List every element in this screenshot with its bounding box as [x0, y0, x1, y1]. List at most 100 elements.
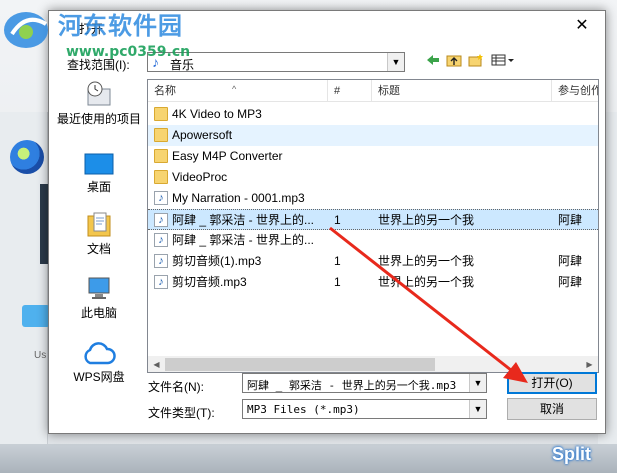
file-title-cell [378, 104, 548, 125]
place-wps-cloud[interactable]: WPS网盘 [57, 341, 141, 384]
file-row[interactable]: ♪ My Narration - 0001.mp3 [148, 188, 598, 209]
horizontal-scrollbar[interactable]: ◀ ▶ [148, 356, 598, 372]
filetype-label: 文件类型(T): [148, 406, 215, 420]
file-number-cell [334, 146, 370, 167]
file-row[interactable]: ♪ 剪切音频.mp3 1 世界上的另一个我 阿肆 [148, 272, 598, 293]
background-user-label: Us [34, 350, 47, 361]
audio-file-icon: ♪ [154, 254, 168, 268]
sort-ascending-icon: ^ [232, 84, 237, 94]
watermark-logo-icon [4, 12, 48, 48]
place-this-pc[interactable]: 此电脑 [57, 275, 141, 320]
open-file-dialog: 打开 ✕ 查找范围(I): ♪ 音乐 ▼ 最近使用的项目 桌面 文档 此电脑 W… [48, 10, 606, 434]
file-artist-cell [558, 125, 598, 146]
column-header-artist[interactable]: 参与创作 [552, 80, 598, 102]
file-row[interactable]: ♪ 阿肆 _ 郭采洁 - 世界上的... [148, 230, 598, 251]
file-title-cell: 世界上的另一个我 [378, 275, 475, 289]
file-title-cell: 世界上的另一个我 [378, 213, 475, 227]
desktop-icon [84, 153, 114, 175]
this-pc-icon [88, 277, 110, 299]
place-wps-cloud-label: WPS网盘 [73, 370, 125, 384]
filename-label: 文件名(N): [148, 380, 204, 394]
file-name-cell: 剪切音频.mp3 [172, 275, 247, 289]
scroll-left-icon[interactable]: ◀ [148, 356, 165, 372]
audio-file-icon: ♪ [154, 275, 168, 289]
file-title-cell [378, 167, 548, 188]
file-artist-cell: 阿肆 [558, 213, 583, 227]
cancel-button[interactable]: 取消 [507, 398, 597, 420]
file-row[interactable]: ♪ 阿肆 _ 郭采洁 - 世界上的... 1 世界上的另一个我 阿肆 [148, 209, 598, 230]
place-desktop[interactable]: 桌面 [57, 153, 141, 194]
file-artist-cell: 阿肆 [558, 275, 583, 289]
place-recent[interactable]: 最近使用的项目 [57, 79, 141, 126]
file-artist-cell [558, 146, 598, 167]
column-header-title[interactable]: 标题 [372, 80, 552, 102]
file-row[interactable]: VideoProc [148, 167, 598, 188]
file-title-cell: 世界上的另一个我 [378, 254, 475, 268]
recent-places-icon [87, 81, 111, 106]
background-blue-button[interactable] [22, 305, 50, 327]
chevron-down-icon[interactable]: ▼ [469, 400, 486, 418]
column-header-number[interactable]: # [328, 80, 372, 102]
split-button[interactable]: Split [552, 444, 612, 470]
file-name-cell: 阿肆 _ 郭采洁 - 世界上的... [172, 233, 315, 247]
filename-value: 阿肆 _ 郭采洁 - 世界上的另一个我.mp3 [247, 379, 457, 392]
file-row[interactable]: Easy M4P Converter [148, 146, 598, 167]
file-row[interactable]: Apowersoft [148, 125, 598, 146]
open-button[interactable]: 打开(O) [507, 372, 597, 394]
folder-icon [154, 149, 168, 163]
place-documents-label: 文档 [86, 242, 111, 256]
file-name-cell: Apowersoft [172, 128, 233, 142]
filetype-dropdown[interactable]: MP3 Files (*.mp3) ▼ [242, 399, 487, 419]
audio-file-icon: ♪ [154, 213, 168, 227]
view-menu-button[interactable] [490, 53, 516, 71]
file-number-cell [334, 230, 370, 251]
scroll-right-icon[interactable]: ▶ [581, 356, 598, 372]
file-title-cell [378, 230, 548, 251]
background-bottom-bar [0, 444, 617, 473]
filetype-value: MP3 Files (*.mp3) [247, 403, 360, 416]
folder-icon [154, 107, 168, 121]
column-header-name[interactable]: 名称 ^ [148, 80, 328, 102]
file-name-cell: VideoProc [172, 170, 228, 184]
app-logo-icon [10, 140, 44, 174]
file-row[interactable]: ♪ 剪切音频(1).mp3 1 世界上的另一个我 阿肆 [148, 251, 598, 272]
new-folder-button[interactable] [467, 53, 485, 71]
file-artist-cell: 阿肆 [558, 254, 583, 268]
up-folder-button[interactable] [445, 53, 463, 71]
wps-cloud-icon [84, 342, 116, 365]
file-artist-cell [558, 188, 598, 209]
column-header-row: 名称 ^ # 标题 参与创作 [148, 80, 598, 102]
new-folder-icon [468, 54, 483, 67]
file-name-cell: 剪切音频(1).mp3 [172, 254, 262, 268]
file-title-cell [378, 125, 548, 146]
watermark-url: www.pc0359.cn [66, 44, 191, 60]
place-desktop-label: 桌面 [86, 180, 111, 194]
chevron-down-icon[interactable]: ▼ [469, 374, 486, 392]
chevron-down-icon[interactable]: ▼ [387, 53, 404, 71]
places-bar: 最近使用的项目 桌面 文档 此电脑 WPS网盘 [57, 79, 147, 384]
view-menu-icon [491, 54, 514, 66]
scroll-thumb[interactable] [165, 358, 435, 371]
close-button[interactable]: ✕ [559, 11, 605, 41]
file-number-cell: 1 [334, 254, 341, 268]
up-folder-icon [446, 55, 462, 67]
place-recent-label: 最近使用的项目 [57, 112, 142, 126]
file-artist-cell [558, 167, 598, 188]
audio-file-icon: ♪ [154, 191, 168, 205]
file-name-cell: My Narration - 0001.mp3 [172, 191, 305, 205]
file-row[interactable]: 4K Video to MP3 [148, 104, 598, 125]
file-number-cell [334, 125, 370, 146]
place-documents[interactable]: 文档 [57, 211, 141, 256]
file-artist-cell [558, 230, 598, 251]
file-number-cell [334, 104, 370, 125]
back-button[interactable] [424, 53, 442, 71]
file-artist-cell [558, 104, 598, 125]
folder-icon [154, 128, 168, 142]
documents-icon [87, 212, 111, 237]
file-list[interactable]: 名称 ^ # 标题 参与创作 4K Video to MP3 Apowersoft… [147, 79, 599, 373]
watermark-site-name: 河东软件园 [58, 12, 183, 40]
file-name-cell: 阿肆 _ 郭采洁 - 世界上的... [172, 213, 315, 227]
watermark: 河东软件园 www.pc0359.cn [2, 2, 202, 62]
filename-input[interactable]: 阿肆 _ 郭采洁 - 世界上的另一个我.mp3 ▼ [242, 373, 487, 393]
folder-icon [154, 170, 168, 184]
